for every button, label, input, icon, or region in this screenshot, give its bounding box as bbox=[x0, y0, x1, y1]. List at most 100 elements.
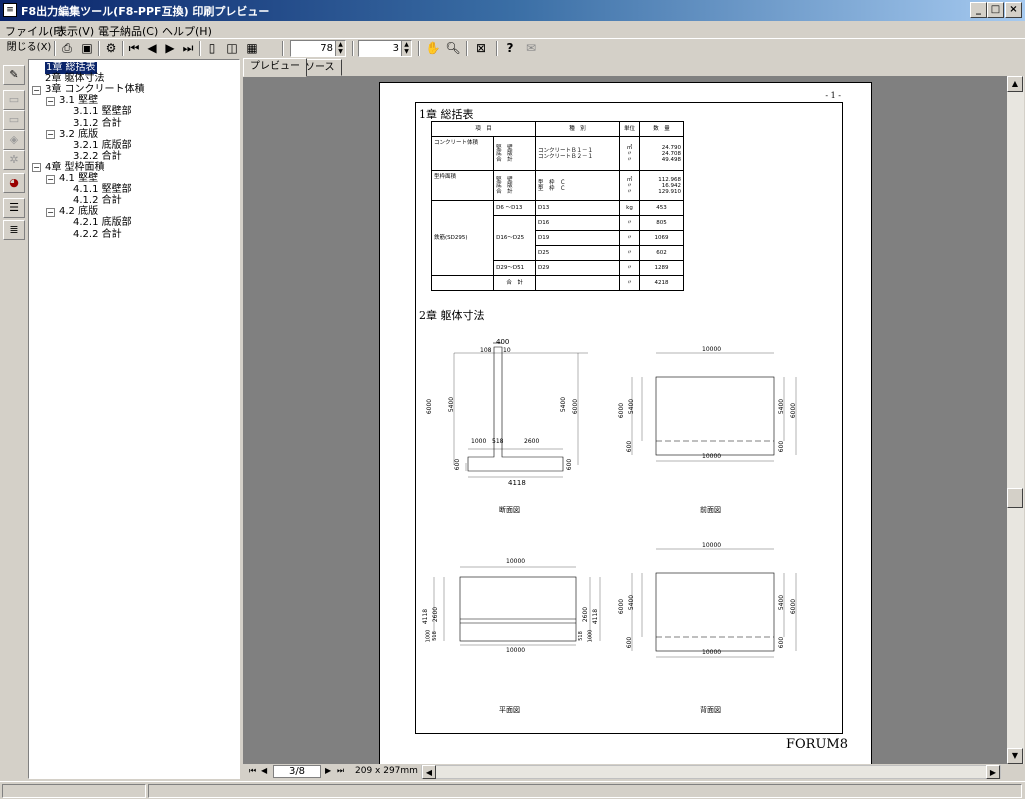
fit-page-icon[interactable]: ⊠ bbox=[472, 40, 490, 57]
dim-label: 2600 bbox=[432, 606, 440, 623]
row-concrete-parts: 堅 壁 底 版 合 計 bbox=[493, 136, 536, 171]
rebar-qty: 1289 bbox=[639, 260, 684, 276]
scroll-thumb[interactable] bbox=[1007, 488, 1023, 508]
chapter-tree: 1章 総括表 2章 躯体寸法 −3章 コンクリート体積 −3.1 堅壁 3.1.1 堅壁… bbox=[28, 59, 240, 779]
rect-icon[interactable]: ▭ bbox=[3, 110, 25, 130]
tree-expander-icon[interactable]: − bbox=[46, 174, 55, 184]
dim-label: 6000 bbox=[618, 402, 626, 419]
footer-brand: FORUM8 bbox=[786, 737, 849, 752]
status-panel bbox=[148, 784, 1022, 798]
last-page-icon[interactable]: ⏭ bbox=[337, 766, 344, 776]
dim-label: 4118 bbox=[508, 479, 526, 487]
zoom-spinner[interactable]: 78 ▲ ▼ bbox=[290, 40, 346, 57]
toolbar-separator bbox=[282, 41, 284, 56]
single-page-icon[interactable]: ▯ bbox=[204, 40, 220, 57]
settings-icon[interactable]: ⚙ bbox=[102, 40, 120, 57]
line-icon[interactable]: ▭ bbox=[3, 90, 25, 110]
preview-page: - 1 - 1章 総括表 項 目 種 別 単位 数 量 コンクリート体積 堅 壁… bbox=[379, 82, 872, 764]
spinner-arrows-icon[interactable]: ▲ ▼ bbox=[401, 41, 411, 56]
scroll-down-icon[interactable]: ▼ bbox=[1007, 748, 1023, 764]
menu-view[interactable]: 表示(V) bbox=[56, 23, 94, 39]
row-formwork-qty: 112.968 16.942 129.910 bbox=[639, 170, 684, 201]
paint-icon[interactable]: ◕ bbox=[3, 173, 25, 193]
front-drawing bbox=[631, 352, 797, 462]
tree-expander-icon[interactable]: − bbox=[46, 130, 55, 140]
page-nav-bar: ⏮ ◀ 3/8 ▶ ⏭ 209 x 297mm ◀ ▶ bbox=[243, 764, 1024, 780]
row-concrete-item: コンクリート体積 bbox=[430, 136, 495, 171]
horizontal-scrollbar[interactable]: ◀ ▶ bbox=[421, 765, 1001, 779]
row-rebar-item: 鉄筋(SD295) bbox=[430, 200, 495, 276]
rebar-qty: 602 bbox=[639, 245, 684, 261]
dim-label: 518 bbox=[492, 438, 504, 445]
menu-help[interactable]: ヘルプ(H) bbox=[162, 23, 212, 39]
status-panel bbox=[2, 784, 146, 798]
tree-expander-icon[interactable]: − bbox=[46, 96, 55, 106]
dim-label: 5400 bbox=[778, 594, 786, 611]
rebar-total-label: 合 計 bbox=[493, 275, 536, 291]
toolbar-separator bbox=[199, 41, 201, 56]
hand-icon[interactable]: ✋ bbox=[424, 40, 442, 57]
rebar-unit: kg bbox=[619, 200, 640, 216]
tree-expander-icon[interactable]: − bbox=[32, 163, 41, 173]
preview-area[interactable]: - 1 - 1章 総括表 項 目 種 別 単位 数 量 コンクリート体積 堅 壁… bbox=[243, 76, 1007, 764]
close-button[interactable]: 閉じる(X) bbox=[6, 40, 52, 57]
dim-label: 4118 bbox=[592, 608, 600, 625]
restore-button[interactable]: □ bbox=[987, 2, 1004, 18]
toolbar-separator bbox=[352, 41, 354, 56]
multi-page-icon[interactable]: ▦ bbox=[244, 40, 260, 57]
rebar-range: D29～D51 bbox=[493, 260, 536, 276]
dim-label: 10000 bbox=[506, 558, 526, 565]
save-icon[interactable]: ▣ bbox=[78, 40, 96, 57]
front-caption: 前面図 bbox=[700, 506, 721, 514]
tool-strip: ✎ ▭ ▭ ◈ ✲ ◕ ☰ ≣ bbox=[0, 59, 28, 779]
scroll-left-icon[interactable]: ◀ bbox=[422, 765, 436, 779]
first-page-icon[interactable]: ⏮ bbox=[249, 766, 256, 776]
page-frame: 1章 総括表 項 目 種 別 単位 数 量 コンクリート体積 堅 壁 底 版 合… bbox=[415, 102, 843, 734]
dim-label: 5400 bbox=[448, 396, 456, 413]
scroll-right-icon[interactable]: ▶ bbox=[986, 765, 1000, 779]
toolbar-separator bbox=[418, 41, 420, 56]
previous-page-icon[interactable]: ◀ bbox=[261, 766, 267, 775]
dim-label: 6000 bbox=[426, 398, 434, 415]
tab-preview[interactable]: プレビュー bbox=[243, 58, 307, 77]
tree-node[interactable]: 4.2.2 合計 bbox=[73, 229, 122, 241]
menu-electronic-delivery[interactable]: 電子納品(C) bbox=[98, 23, 158, 39]
rebar-kind: D19 bbox=[535, 230, 620, 246]
print-icon[interactable]: ⎙ bbox=[58, 40, 76, 57]
document-icon[interactable]: ≡ bbox=[3, 3, 17, 17]
last-page-icon[interactable]: ⏭ bbox=[180, 40, 196, 57]
next-page-icon[interactable]: ▶ bbox=[162, 40, 178, 57]
dim-label: 2600 bbox=[582, 606, 590, 623]
mail-icon[interactable]: ✉ bbox=[522, 40, 540, 57]
vertical-scrollbar[interactable]: ▲ ▼ bbox=[1007, 76, 1024, 764]
scroll-up-icon[interactable]: ▲ bbox=[1007, 76, 1023, 92]
page-spinner[interactable]: 3 ▲ ▼ bbox=[358, 40, 412, 57]
list-icon[interactable]: ≣ bbox=[3, 220, 25, 240]
rebar-qty: 805 bbox=[639, 215, 684, 231]
header-qty: 数 量 bbox=[639, 121, 684, 137]
toolbar-separator bbox=[54, 41, 56, 56]
row-formwork-kind: 型 枠 Ｃ 型 枠 Ｃ bbox=[535, 170, 620, 201]
shape-icon[interactable]: ◈ bbox=[3, 130, 25, 150]
tree-expander-icon[interactable]: − bbox=[46, 207, 55, 217]
pen-icon[interactable]: ✎ bbox=[3, 65, 25, 85]
next-page-icon[interactable]: ▶ bbox=[325, 766, 331, 775]
dim-label: 5400 bbox=[628, 398, 636, 415]
first-page-icon[interactable]: ⏮ bbox=[126, 40, 142, 57]
rebar-kind: D16 bbox=[535, 215, 620, 231]
rebar-unit: 〃 bbox=[619, 230, 640, 246]
dim-label: 1000 bbox=[471, 438, 487, 445]
tree-expander-icon[interactable]: − bbox=[32, 85, 41, 95]
dim-label: 600 bbox=[778, 636, 786, 649]
help-icon[interactable]: ? bbox=[502, 40, 518, 57]
two-page-icon[interactable]: ◫ bbox=[224, 40, 240, 57]
page-indicator[interactable]: 3/8 bbox=[273, 765, 321, 778]
spinner-arrows-icon[interactable]: ▲ ▼ bbox=[335, 41, 345, 56]
stamp-icon[interactable]: ✲ bbox=[3, 150, 25, 170]
previous-page-icon[interactable]: ◀ bbox=[144, 40, 160, 57]
minimize-button[interactable]: _ bbox=[970, 2, 987, 18]
close-window-button[interactable]: × bbox=[1005, 2, 1022, 18]
tree-structure-icon[interactable]: ☰ bbox=[3, 198, 25, 218]
header-kind: 種 別 bbox=[535, 121, 620, 137]
magnifier-icon[interactable]: 🔍︎ bbox=[444, 40, 462, 57]
